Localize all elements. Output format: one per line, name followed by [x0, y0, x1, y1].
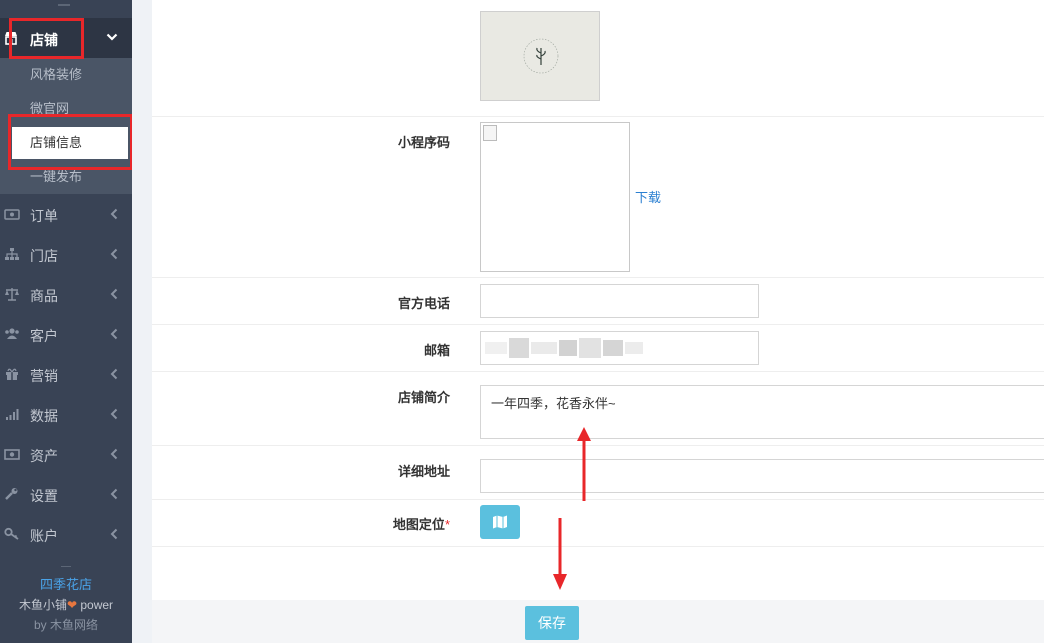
save-button[interactable]: 保存 — [525, 606, 579, 640]
powered-prefix: 木鱼小铺 — [18, 598, 67, 612]
collapse-grip[interactable] — [58, 4, 70, 6]
email-input[interactable] — [480, 331, 759, 365]
shop-icon — [5, 32, 17, 45]
map-locate-button[interactable] — [480, 505, 520, 539]
sidebar-item-assets[interactable]: 资产 — [0, 434, 132, 474]
submenu-item-shop-info[interactable]: 店铺信息 — [12, 127, 128, 159]
chevron-left-icon — [110, 288, 118, 300]
sidebar-item-customers[interactable]: 客户 — [0, 314, 132, 354]
required-mark: * — [444, 517, 450, 532]
heart-icon: ❤ — [66, 598, 78, 612]
broken-image-icon — [483, 125, 497, 141]
chevron-left-icon — [110, 328, 118, 340]
email-row: 邮箱 — [152, 325, 1044, 372]
map-label: 地图定位* — [393, 514, 450, 533]
submenu-item-style[interactable]: 风格装修 — [0, 58, 132, 92]
sidebar-item-label: 客户 — [30, 328, 58, 344]
users-icon — [5, 328, 19, 339]
signal-icon — [6, 409, 19, 420]
sidebar-item-label: 营销 — [30, 368, 58, 384]
address-input[interactable] — [480, 459, 1044, 493]
chevron-down-icon — [106, 33, 118, 41]
shop-logo[interactable] — [480, 11, 600, 101]
gift-icon — [6, 368, 18, 380]
chevron-left-icon — [110, 408, 118, 420]
submenu-item-microsite[interactable]: 微官网 — [0, 92, 132, 126]
sidebar-item-label: 门店 — [30, 248, 58, 264]
miniprogram-row: 小程序码 下载 — [152, 117, 1044, 278]
logo-row — [152, 0, 1044, 117]
intro-textarea[interactable]: 一年四季，花香永伴~ — [480, 385, 1044, 439]
map-row: 地图定位* — [152, 500, 1044, 547]
chevron-left-icon — [110, 368, 118, 380]
sidebar-item-label: 设置 — [30, 488, 58, 504]
cash-icon — [4, 449, 20, 460]
shop-info-form: 小程序码 下载 官方电话 邮箱 店铺简介 一年四季，花香永伴~ 详细地址 地图定… — [152, 0, 1044, 643]
powered-suffix: power — [77, 598, 114, 612]
chevron-left-icon — [110, 448, 118, 460]
submenu-item-publish[interactable]: 一键发布 — [0, 160, 132, 194]
sidebar-item-account[interactable]: 账户 — [0, 514, 132, 554]
sidebar: 店铺 风格装修 微官网 店铺信息 一键发布 订单 门店 商品 客户 营销 数据 — [0, 0, 132, 643]
sidebar-item-settings[interactable]: 设置 — [0, 474, 132, 514]
sidebar-top — [0, 0, 132, 18]
form-footer: 保存 — [152, 600, 1044, 643]
shop-name: 四季花店 — [39, 577, 92, 592]
sidebar-item-shop[interactable]: 店铺 — [0, 18, 132, 58]
miniprogram-label: 小程序码 — [397, 135, 450, 150]
money-icon — [4, 209, 20, 220]
sidebar-item-label: 店铺 — [30, 32, 58, 48]
sidebar-item-marketing[interactable]: 营销 — [0, 354, 132, 394]
phone-row: 官方电话 — [152, 278, 1044, 325]
map-label-text: 地图定位 — [392, 517, 445, 532]
content-gutter — [132, 0, 152, 643]
email-label: 邮箱 — [423, 343, 450, 358]
intro-label: 店铺简介 — [397, 390, 450, 405]
sidebar-item-label: 资产 — [30, 448, 58, 464]
sidebar-footer: 四季花店 木鱼小铺❤ power by 木鱼网络 — [0, 566, 132, 635]
sitemap-icon — [5, 248, 19, 260]
address-row: 详细地址 — [152, 446, 1044, 500]
wrench-icon — [5, 488, 18, 500]
sidebar-item-products[interactable]: 商品 — [0, 274, 132, 314]
chevron-left-icon — [110, 528, 118, 540]
shop-submenu: 风格装修 微官网 店铺信息 一键发布 — [0, 58, 132, 194]
key-icon — [4, 527, 19, 540]
chevron-left-icon — [110, 488, 118, 500]
sidebar-item-label: 商品 — [30, 288, 58, 304]
sidebar-item-orders[interactable]: 订单 — [0, 194, 132, 234]
phone-label: 官方电话 — [397, 296, 450, 311]
chevron-left-icon — [110, 248, 118, 260]
sidebar-item-stores[interactable]: 门店 — [0, 234, 132, 274]
phone-input[interactable] — [480, 284, 759, 318]
powered-by: 木鱼小铺❤ power — [0, 595, 132, 615]
logo-image — [523, 38, 559, 74]
map-icon — [493, 515, 507, 529]
sidebar-item-label: 数据 — [30, 408, 58, 424]
scale-icon — [5, 288, 19, 301]
intro-row: 店铺简介 一年四季，花香永伴~ — [152, 372, 1044, 446]
by-company: by 木鱼网络 — [33, 618, 98, 632]
divider — [61, 566, 71, 567]
download-link[interactable]: 下载 — [635, 187, 661, 206]
blurred-email-value — [485, 338, 643, 358]
chevron-left-icon — [110, 208, 118, 220]
sidebar-item-data[interactable]: 数据 — [0, 394, 132, 434]
address-label: 详细地址 — [397, 464, 450, 479]
sidebar-item-label: 订单 — [30, 208, 58, 224]
sidebar-item-label: 账户 — [30, 528, 58, 544]
miniprogram-qr-image — [480, 122, 630, 272]
